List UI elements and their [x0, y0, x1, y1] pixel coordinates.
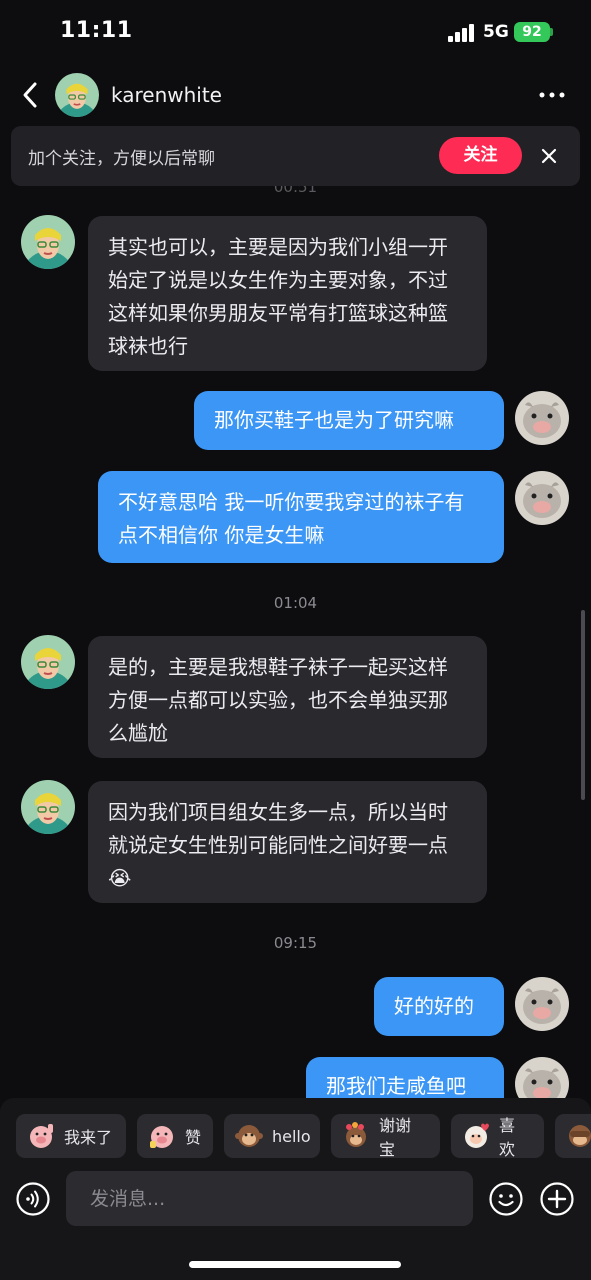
contact-username: karenwhite: [111, 83, 222, 107]
outgoing-message-bubble[interactable]: 好的好的: [374, 977, 504, 1036]
close-banner-icon[interactable]: [540, 147, 558, 165]
composer-panel: 我来了 赞 hello 谢谢宝 喜欢: [0, 1098, 591, 1280]
quick-reply-label: 谢谢宝: [379, 1116, 412, 1158]
follow-prompt-banner: 加个关注，方便以后常聊 关注: [11, 126, 580, 186]
my-avatar[interactable]: [515, 391, 569, 445]
contact-avatar[interactable]: [55, 73, 99, 117]
status-bar: 11:11 5G 92: [0, 0, 591, 64]
my-avatar[interactable]: [515, 1057, 569, 1098]
voice-input-icon[interactable]: [15, 1181, 51, 1217]
quick-reply-chip[interactable]: 谢谢宝: [331, 1114, 440, 1158]
incoming-message-bubble[interactable]: 其实也可以，主要是因为我们小组一开始定了说是以女生作为主要对象，不过这样如果你男…: [88, 216, 487, 371]
crying-emoji: 😭: [108, 866, 132, 890]
my-avatar[interactable]: [515, 977, 569, 1031]
battery-icon: 92: [514, 22, 550, 42]
pig-thumbs-up-emoji-icon: [150, 1126, 173, 1148]
emoji-picker-icon[interactable]: [488, 1181, 524, 1217]
home-indicator[interactable]: [189, 1261, 401, 1268]
status-time: 11:11: [60, 18, 133, 43]
quick-reply-row[interactable]: 我来了 赞 hello 谢谢宝 喜欢: [16, 1114, 591, 1158]
quick-reply-label: 我来了: [64, 1128, 113, 1147]
contact-avatar[interactable]: [21, 780, 75, 834]
back-arrow-icon[interactable]: [18, 80, 44, 110]
follow-button[interactable]: 关注: [439, 137, 522, 174]
quick-reply-label: 喜欢: [499, 1116, 516, 1158]
quick-reply-label: hello: [272, 1126, 311, 1146]
cellular-signal-icon: [448, 24, 476, 42]
more-options-icon[interactable]: [538, 84, 566, 106]
monkey-flower-emoji-icon: [346, 1122, 366, 1147]
quick-reply-label: 赞: [185, 1128, 202, 1147]
message-list[interactable]: 00:51 其实也可以，主要是因为我们小组一开始定了说是以女生作为主要对象，不过…: [0, 186, 591, 1098]
message-text: 因为我们项目组女生多一点，所以当时就说定女生性别可能同性之间好要一点: [108, 800, 448, 857]
network-type: 5G: [483, 22, 509, 42]
outgoing-message-bubble[interactable]: 不好意思哈 我一听你要我穿过的袜子有点不相信你 你是女生嘛: [98, 471, 504, 563]
timestamp: 01:04: [273, 594, 318, 612]
monkey-cover-eyes-emoji-icon: [569, 1125, 591, 1147]
quick-reply-chip[interactable]: 赞: [137, 1114, 213, 1158]
incoming-message-bubble[interactable]: 因为我们项目组女生多一点，所以当时就说定女生性别可能同性之间好要一点 😭: [88, 781, 487, 903]
timestamp: 00:51: [273, 186, 318, 196]
quick-reply-chip[interactable]: 我来了: [16, 1114, 126, 1158]
contact-avatar[interactable]: [21, 635, 75, 689]
chat-header: karenwhite: [0, 64, 591, 126]
battery-tip: [550, 28, 553, 36]
my-avatar[interactable]: [515, 471, 569, 525]
outgoing-message-bubble[interactable]: 那我们走咸鱼吧: [306, 1057, 504, 1098]
message-input-wrapper: [66, 1171, 473, 1226]
battery-level: 92: [522, 24, 542, 40]
timestamp: 09:15: [273, 934, 318, 952]
follow-prompt-text: 加个关注，方便以后常聊: [28, 149, 215, 169]
incoming-message-bubble[interactable]: 是的，主要是我想鞋子袜子一起买这样方便一点都可以实验，也不会单独买那么尴尬: [88, 636, 487, 758]
monkey-hello-emoji-icon: [235, 1125, 263, 1147]
pig-wave-emoji-icon: [30, 1124, 53, 1148]
contact-avatar[interactable]: [21, 215, 75, 269]
plus-more-icon[interactable]: [539, 1181, 575, 1217]
sheep-love-emoji-icon: [465, 1123, 489, 1148]
outgoing-message-bubble[interactable]: 那你买鞋子也是为了研究嘛: [194, 391, 504, 450]
message-input[interactable]: [66, 1171, 473, 1226]
scrollbar[interactable]: [581, 610, 585, 800]
quick-reply-chip[interactable]: 喜欢: [451, 1114, 544, 1158]
quick-reply-chip[interactable]: [555, 1114, 591, 1158]
quick-reply-chip[interactable]: hello: [224, 1114, 320, 1158]
